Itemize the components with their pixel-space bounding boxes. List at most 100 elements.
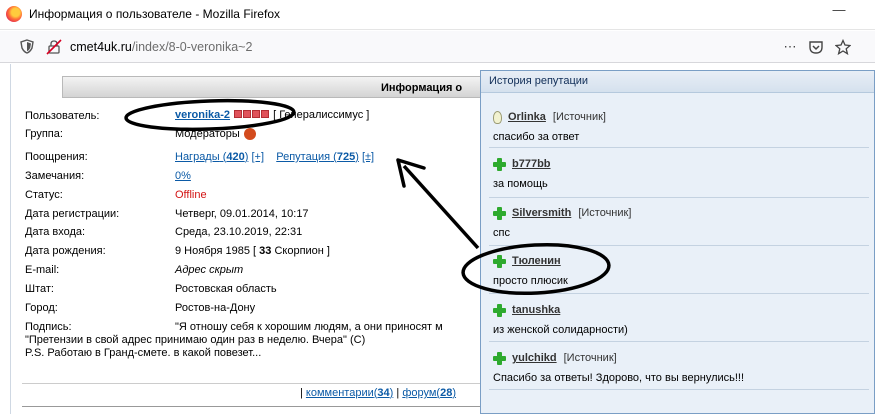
window-title: Информация о пользователе - Mozilla Fire… — [29, 7, 280, 21]
group-label: Группа: — [25, 128, 63, 140]
plus-icon — [493, 254, 506, 268]
shield-icon[interactable] — [20, 39, 34, 54]
rep-user-link[interactable]: yulchikd — [512, 352, 557, 364]
rep-divider — [489, 245, 869, 246]
reg-date-value: Четверг, 09.01.2014, 10:17 — [175, 208, 309, 220]
email-label: E-mail: — [25, 264, 60, 276]
minimize-button[interactable]: — — [832, 3, 846, 19]
rep-divider — [489, 147, 869, 148]
rewards-add-button[interactable]: [+] — [251, 151, 264, 163]
bookmark-star-icon[interactable] — [835, 39, 851, 55]
rep-entry-header: yulchikd [Источник] — [493, 350, 617, 366]
rewards-link-text: Награды — [175, 151, 220, 163]
url-field[interactable]: cmet4uk.ru/index/8-0-veronika~2 — [70, 40, 252, 54]
plus-icon — [493, 303, 506, 317]
insecure-lock-icon[interactable] — [46, 39, 62, 55]
plus-icon — [493, 206, 506, 220]
rewards-count: 420 — [226, 151, 245, 163]
rep-entry-header: Silversmith [Источник] — [493, 205, 631, 221]
birth-age: 33 — [259, 245, 272, 257]
rep-entry-header: Тюленин — [493, 253, 561, 269]
footer-separator-2: | — [396, 387, 400, 399]
plus-icon — [493, 351, 506, 365]
rep-user-link[interactable]: b777bb — [512, 158, 551, 170]
rank-stars — [234, 109, 270, 121]
rep-source-link[interactable]: [Источник] — [564, 352, 617, 364]
rep-message: за помощь — [493, 178, 548, 190]
rep-message: из женской солидарности) — [493, 324, 628, 336]
username-label: Пользователь: — [25, 110, 100, 122]
rep-user-link[interactable]: tanushka — [512, 304, 560, 316]
group-row: Модераторы — [175, 128, 256, 141]
url-host: cmet4uk.ru — [70, 40, 132, 54]
footer-links: | комментарии(34) | форум(28) — [300, 387, 456, 399]
comments-count: 34 — [377, 387, 390, 399]
firefox-logo-icon — [6, 6, 22, 22]
footer-line — [22, 406, 482, 407]
reputation-link[interactable]: Репутация (725) — [276, 151, 359, 163]
rep-message: Спасибо за ответы! Здорово, что вы верну… — [493, 372, 745, 384]
rep-source-link[interactable]: [Источник] — [578, 207, 631, 219]
city-value: Ростов-на-Дону — [175, 302, 256, 314]
signature-line1: "Я отношу себя к хорошим людям, а они пр… — [175, 321, 443, 333]
more-actions-icon[interactable]: ⋯ — [782, 39, 798, 55]
rep-divider — [489, 197, 869, 198]
rep-message: спасибо за ответ — [493, 131, 580, 143]
rep-user-link[interactable]: Orlinka — [508, 111, 546, 123]
forum-count: 28 — [440, 387, 453, 399]
signature-line2: "Претензии в свой адрес принимаю один ра… — [25, 334, 366, 346]
bulb-icon — [493, 110, 502, 124]
rep-divider — [489, 293, 869, 294]
birth-sign: Скорпион ] — [274, 245, 330, 257]
forum-link-text: форум — [402, 387, 437, 399]
pocket-icon[interactable] — [808, 39, 824, 55]
footer-separator: | — [300, 387, 303, 399]
status-label: Статус: — [25, 189, 63, 201]
reputation-panel-title: История репутации — [489, 75, 589, 87]
rep-user-link[interactable]: Silversmith — [512, 207, 571, 219]
rewards-label: Поощрения: — [25, 151, 88, 163]
rep-entry-header: tanushka — [493, 302, 560, 318]
reputation-link-text: Репутация — [276, 151, 331, 163]
page-title: Информация о — [381, 82, 463, 94]
rep-divider — [489, 389, 869, 390]
rewards-link[interactable]: Награды (420) — [175, 151, 248, 163]
state-label: Штат: — [25, 283, 54, 295]
group-value: Модераторы — [175, 128, 240, 140]
username-link[interactable]: veronika-2 — [175, 109, 230, 121]
comments-link-text: комментарии — [305, 387, 374, 399]
login-date-label: Дата входа: — [25, 226, 86, 238]
reputation-vote-button[interactable]: [±] — [362, 151, 374, 163]
rep-entry-header: Orlinka [Источник] — [493, 109, 606, 125]
birth-date-label: Дата рождения: — [25, 245, 106, 257]
forum-link[interactable]: форум(28) — [402, 387, 456, 399]
rep-divider — [489, 341, 869, 342]
reputation-count: 725 — [336, 151, 356, 163]
signature-label: Подпись: — [25, 321, 72, 333]
state-value: Ростовская область — [175, 283, 277, 295]
rewards-row: Награды (420) [+] Репутация (725) [±] — [175, 151, 374, 163]
reg-date-label: Дата регистрации: — [25, 208, 120, 220]
rep-entry-header: b777bb — [493, 156, 551, 172]
left-border — [0, 64, 11, 414]
username-row: veronika-2 [ Генералиссимус ] — [175, 109, 369, 121]
remarks-label: Замечания: — [25, 170, 85, 182]
signature-line3: P.S. Работаю в Гранд-смете. в какой пове… — [25, 347, 262, 359]
login-date-value: Среда, 23.10.2019, 22:31 — [175, 226, 303, 238]
comments-link[interactable]: комментарии(34) — [306, 387, 393, 399]
title-bar: Информация о пользователе - Mozilla Fire… — [0, 0, 875, 30]
remarks-value[interactable]: 0% — [175, 170, 191, 182]
birth-date-value: 9 Ноября 1985 [ — [175, 245, 257, 257]
moderator-badge-icon — [243, 128, 256, 141]
city-label: Город: — [25, 302, 58, 314]
reputation-history-panel: История репутации Orlinka [Источник] спа… — [480, 70, 875, 414]
rep-source-link[interactable]: [Источник] — [553, 111, 606, 123]
rep-user-link[interactable]: Тюленин — [512, 255, 561, 267]
plus-icon — [493, 157, 506, 171]
reputation-panel-header: История репутации — [481, 71, 874, 93]
rank-text: [ Генералиссимус ] — [273, 109, 370, 121]
navigation-bar: cmet4uk.ru/index/8-0-veronika~2 ⋯ — [0, 31, 875, 63]
birth-date-row: 9 Ноября 1985 [ 33 Скорпион ] — [175, 245, 330, 257]
email-value: Адрес скрыт — [175, 264, 244, 276]
rep-message: просто плюсик — [493, 275, 568, 287]
